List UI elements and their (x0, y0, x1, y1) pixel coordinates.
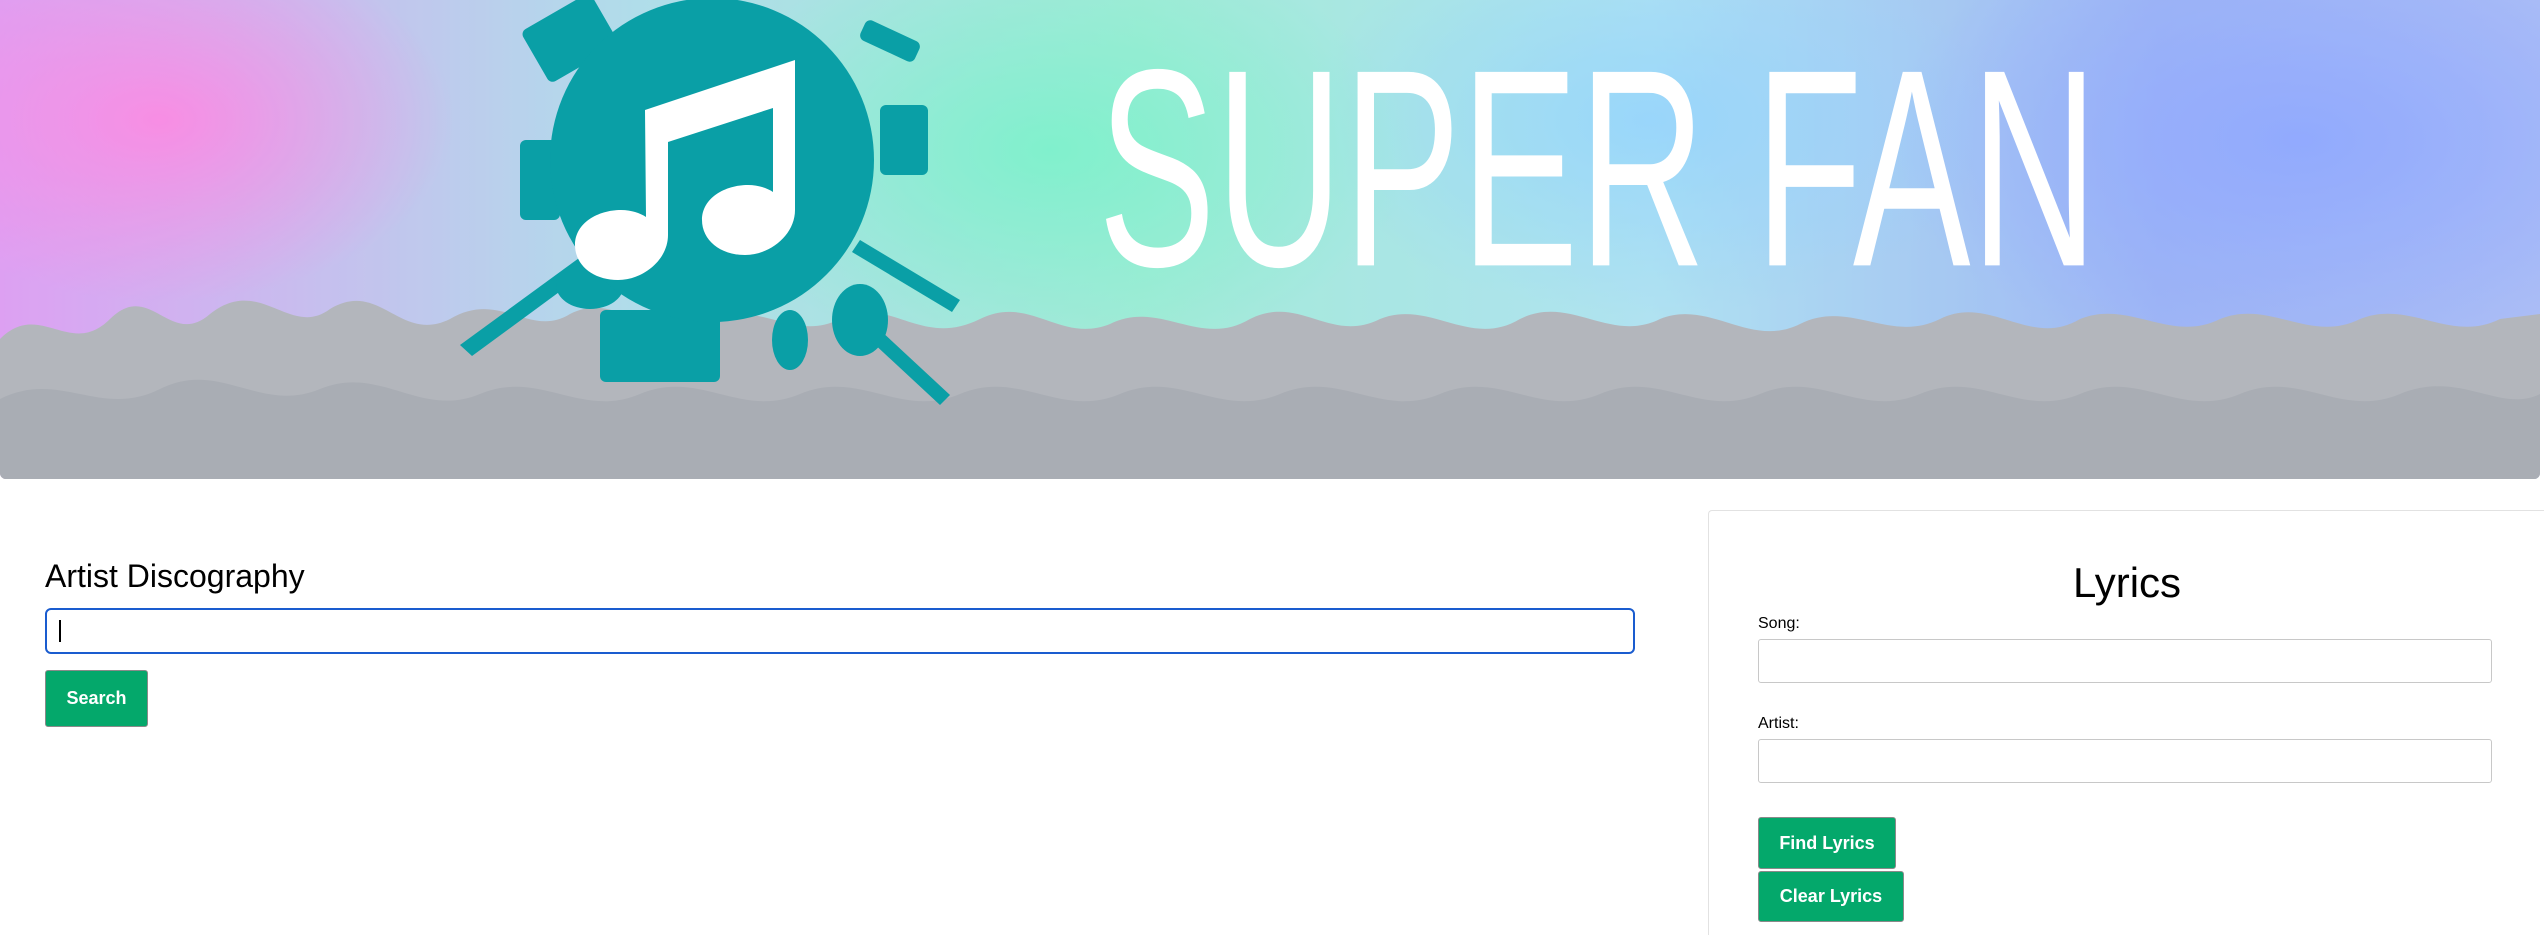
search-button[interactable]: Search (45, 670, 148, 727)
artist-search-input[interactable] (45, 608, 1635, 654)
song-label: Song: (1758, 615, 1800, 632)
hero-banner: SUPER FAN (0, 0, 2540, 479)
music-note-logo (460, 0, 960, 405)
site-title: SUPER FAN (1098, 50, 2098, 290)
lyrics-panel: Lyrics Song: Artist: Find Lyrics Clear L… (1708, 510, 2544, 935)
find-lyrics-button[interactable]: Find Lyrics (1758, 817, 1896, 869)
lyrics-heading: Lyrics (2072, 559, 2182, 606)
song-input[interactable] (1758, 639, 2492, 683)
site-title-text: SUPER FAN (1098, 50, 2098, 290)
artist-input[interactable] (1758, 739, 2492, 783)
clear-lyrics-button[interactable]: Clear Lyrics (1758, 871, 1904, 922)
discography-heading: Artist Discography (45, 558, 305, 594)
artist-label: Artist: (1758, 715, 1799, 732)
text-caret (59, 620, 61, 642)
